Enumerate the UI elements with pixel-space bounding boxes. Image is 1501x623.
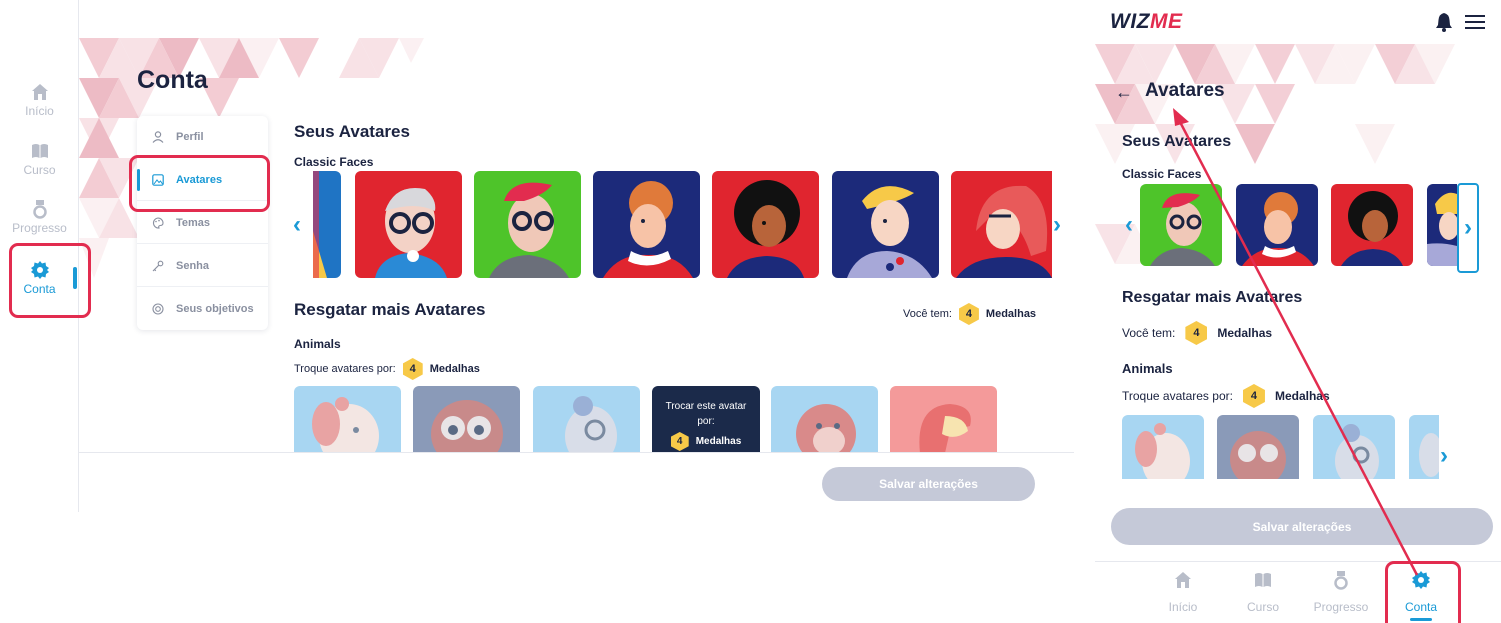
highlight-rail-conta xyxy=(9,243,91,318)
avatar-classic-3[interactable] xyxy=(593,171,700,278)
rail-item-label: Curso xyxy=(23,163,56,177)
avatar-animal-snake[interactable] xyxy=(890,386,997,453)
mobile-screen: WIZME ← Avatares Seus Avatares Classic F… xyxy=(1095,0,1501,623)
rail-item-label: Progresso xyxy=(12,221,67,235)
save-changes-button[interactable]: Salvar alterações xyxy=(822,467,1035,501)
book-icon xyxy=(31,144,48,158)
avatar-classic-2[interactable] xyxy=(474,171,581,278)
palette-icon xyxy=(152,216,164,229)
menu-item-seus-objetivos[interactable]: Seus objetivos xyxy=(137,288,268,330)
account-menu: Perfil Avatares Temas Senha Seus objetiv… xyxy=(137,116,268,330)
menu-item-label: Seus objetivos xyxy=(176,303,254,315)
classic-faces-label: Classic Faces xyxy=(294,155,374,169)
animals-label: Animals xyxy=(294,337,341,351)
medal-badge: 4 xyxy=(670,432,689,451)
medal-badge: 4 xyxy=(958,303,979,325)
menu-item-perfil[interactable]: Perfil xyxy=(137,116,268,158)
avatar-animal-owl[interactable] xyxy=(413,386,520,453)
avatar-classic-partial[interactable] xyxy=(313,171,341,278)
rail-item-label: Início xyxy=(25,104,54,118)
menu-item-label: Perfil xyxy=(176,130,204,143)
rail-item-curso[interactable]: Curso xyxy=(0,141,79,177)
rail-item-progresso[interactable]: Progresso xyxy=(0,199,79,235)
avatar-classic-5[interactable] xyxy=(832,171,939,278)
seus-avatares-title: Seus Avatares xyxy=(294,122,410,141)
avatar-classic-4[interactable] xyxy=(712,171,819,278)
user-icon xyxy=(152,130,164,143)
page-title: Conta xyxy=(137,66,208,94)
menu-item-label: Senha xyxy=(176,259,210,272)
avatar-animal-goat[interactable] xyxy=(533,386,640,453)
resgatar-title: Resgatar mais Avatares xyxy=(294,300,486,319)
medalhas-label: Medalhas xyxy=(695,436,742,447)
menu-item-senha[interactable]: Senha xyxy=(137,245,268,287)
target-icon xyxy=(152,303,164,315)
medal-badge: 4 xyxy=(402,358,423,380)
carousel-prev-button[interactable]: ‹ xyxy=(293,213,301,237)
rail-item-inicio[interactable]: Início xyxy=(0,82,79,118)
trade-avatar-overlay[interactable]: Trocar este avatar por: 4 Medalhas xyxy=(652,386,760,453)
troque-row: Troque avatares por: 4 Medalhas xyxy=(294,358,480,380)
menu-item-label: Temas xyxy=(176,216,211,229)
key-icon xyxy=(152,260,164,272)
carousel-next-button[interactable]: › xyxy=(1053,213,1061,237)
screenshot-root: Início Curso Progresso Conta Conta Perfi… xyxy=(0,0,1501,623)
medalhas-label: Medalhas xyxy=(985,308,1037,320)
voce-tem-row: Você tem: 4 Medalhas xyxy=(903,303,1036,325)
annotation-arrow xyxy=(1173,108,1419,576)
trade-line-1: Trocar este avatar xyxy=(665,401,747,412)
avatar-classic-6[interactable] xyxy=(951,171,1052,278)
medal-icon xyxy=(32,200,47,219)
avatar-classic-1[interactable] xyxy=(355,171,462,278)
medalhas-label: Medalhas xyxy=(429,363,480,375)
highlight-menu-avatares xyxy=(129,155,270,212)
trade-price: 4 Medalhas xyxy=(652,432,760,451)
avatar-animal-monkey[interactable] xyxy=(771,386,878,453)
trade-line-2: por: xyxy=(697,416,715,427)
voce-tem-label: Você tem: xyxy=(903,308,952,320)
avatar-animal-dog[interactable] xyxy=(294,386,401,453)
footer-divider xyxy=(79,452,1074,453)
troque-label: Troque avatares por: xyxy=(294,363,396,375)
home-icon xyxy=(31,84,48,100)
